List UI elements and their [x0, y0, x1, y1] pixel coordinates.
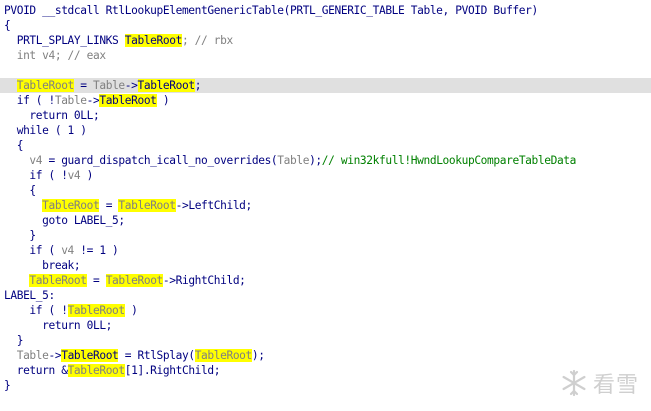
code-token: {	[4, 139, 24, 152]
code-line[interactable]: {	[0, 138, 651, 153]
code-line[interactable]: }	[0, 378, 651, 393]
code-token: );	[251, 349, 265, 362]
code-line[interactable]: return 0LL;	[0, 318, 651, 333]
code-identifier-highlighted[interactable]: TableRoot	[118, 199, 176, 212]
code-identifier-highlighted[interactable]: TableRoot	[16, 79, 74, 92]
code-token: return &	[4, 364, 68, 377]
code-line[interactable]: PRTL_SPLAY_LINKS TableRoot; // rbx	[0, 33, 651, 48]
code-token: PVOID __stdcall RtlLookupElementGenericT…	[4, 4, 538, 17]
code-token: ->RightChild;	[162, 274, 246, 287]
code-token: = RtlSplay(	[118, 349, 195, 362]
watermark-text: 看雪	[592, 373, 639, 398]
code-comment: ; // rbx	[181, 34, 233, 47]
code-token: );	[309, 154, 322, 167]
code-token: if ( !	[4, 94, 56, 107]
code-line[interactable]: if ( !v4 )	[0, 168, 651, 183]
code-token: goto LABEL_5;	[4, 214, 125, 227]
code-identifier[interactable]: v4	[61, 244, 74, 257]
code-identifier-highlighted[interactable]: TableRoot	[67, 304, 125, 317]
code-line[interactable]: {	[0, 183, 651, 198]
pseudocode-view[interactable]: PVOID __stdcall RtlLookupElementGenericT…	[0, 3, 651, 393]
code-token: LABEL_5:	[4, 289, 55, 302]
code-token: [1].RightChild;	[124, 364, 221, 377]
code-identifier[interactable]: Table	[55, 94, 87, 107]
code-token: ->LeftChild;	[175, 199, 253, 212]
code-token: while ( 1 )	[4, 124, 87, 137]
code-line[interactable]: goto LABEL_5;	[0, 213, 651, 228]
code-token: =	[86, 274, 106, 287]
code-line[interactable]	[0, 63, 651, 78]
code-token: )	[124, 304, 138, 317]
code-line[interactable]: v4 = guard_dispatch_icall_no_overrides(T…	[0, 153, 651, 168]
code-token: }	[4, 379, 11, 392]
code-token: {	[4, 19, 11, 32]
code-token: )	[156, 94, 170, 107]
code-token: if ( !	[4, 169, 68, 182]
code-identifier-highlighted[interactable]: TableRoot	[124, 34, 182, 47]
code-identifier-highlighted[interactable]: TableRoot	[99, 94, 157, 107]
code-token: )	[80, 169, 94, 182]
code-identifier-highlighted[interactable]: TableRoot	[61, 349, 119, 362]
code-line[interactable]: {	[0, 18, 651, 33]
code-token: if (	[4, 244, 62, 257]
code-token: != 1 )	[73, 244, 119, 257]
code-comment: // win32kfull!HwndLookupCompareTableData	[321, 154, 577, 167]
code-identifier[interactable]: v4	[68, 169, 81, 182]
code-identifier[interactable]: Table	[93, 79, 125, 92]
code-line[interactable]: Table->TableRoot = RtlSplay(TableRoot);	[0, 348, 651, 363]
code-token: ->	[124, 79, 138, 92]
code-token: {	[4, 184, 36, 197]
code-identifier-highlighted[interactable]: TableRoot	[137, 79, 195, 92]
code-token: ->	[86, 94, 100, 107]
code-line-current[interactable]: TableRoot = Table->TableRoot;	[0, 78, 651, 93]
code-token: ->	[48, 349, 62, 362]
code-token: =	[73, 79, 93, 92]
code-identifier[interactable]: v4	[29, 154, 42, 167]
code-identifier-highlighted[interactable]: TableRoot	[42, 199, 100, 212]
code-identifier-highlighted[interactable]: TableRoot	[67, 364, 125, 377]
code-comment: int v4; // eax	[4, 49, 106, 62]
watermark: 看雪	[559, 367, 639, 399]
code-token: break;	[4, 259, 81, 272]
code-line[interactable]: int v4; // eax	[0, 48, 651, 63]
code-token: ;	[194, 79, 202, 92]
code-line[interactable]: PVOID __stdcall RtlLookupElementGenericT…	[0, 3, 651, 18]
code-line[interactable]: if ( !TableRoot )	[0, 303, 651, 318]
code-line[interactable]: LABEL_5:	[0, 288, 651, 303]
code-line[interactable]: return &TableRoot[1].RightChild;	[0, 363, 651, 378]
code-token: PRTL_SPLAY_LINKS	[4, 34, 125, 47]
code-line[interactable]: while ( 1 )	[0, 123, 651, 138]
code-token: }	[4, 229, 36, 242]
code-token: }	[4, 334, 24, 347]
code-line[interactable]: TableRoot = TableRoot->RightChild;	[0, 273, 651, 288]
code-identifier-highlighted[interactable]: TableRoot	[105, 274, 163, 287]
code-token: =	[99, 199, 119, 212]
code-token: return 0LL;	[4, 319, 113, 332]
code-identifier[interactable]: Table	[17, 349, 49, 362]
code-line[interactable]: }	[0, 228, 651, 243]
code-line[interactable]: if ( !Table->TableRoot )	[0, 93, 651, 108]
code-token: = guard_dispatch_icall_no_overrides(	[42, 154, 278, 167]
code-line[interactable]: TableRoot = TableRoot->LeftChild;	[0, 198, 651, 213]
code-identifier[interactable]: Table	[277, 154, 309, 167]
code-token: return 0LL;	[4, 109, 100, 122]
code-token: if ( !	[4, 304, 68, 317]
code-line[interactable]: if ( v4 != 1 )	[0, 243, 651, 258]
code-line[interactable]: }	[0, 333, 651, 348]
code-line[interactable]: break;	[0, 258, 651, 273]
code-line[interactable]: return 0LL;	[0, 108, 651, 123]
code-identifier-highlighted[interactable]: TableRoot	[29, 274, 87, 287]
snowflake-icon	[562, 369, 586, 397]
code-identifier-highlighted[interactable]: TableRoot	[194, 349, 252, 362]
